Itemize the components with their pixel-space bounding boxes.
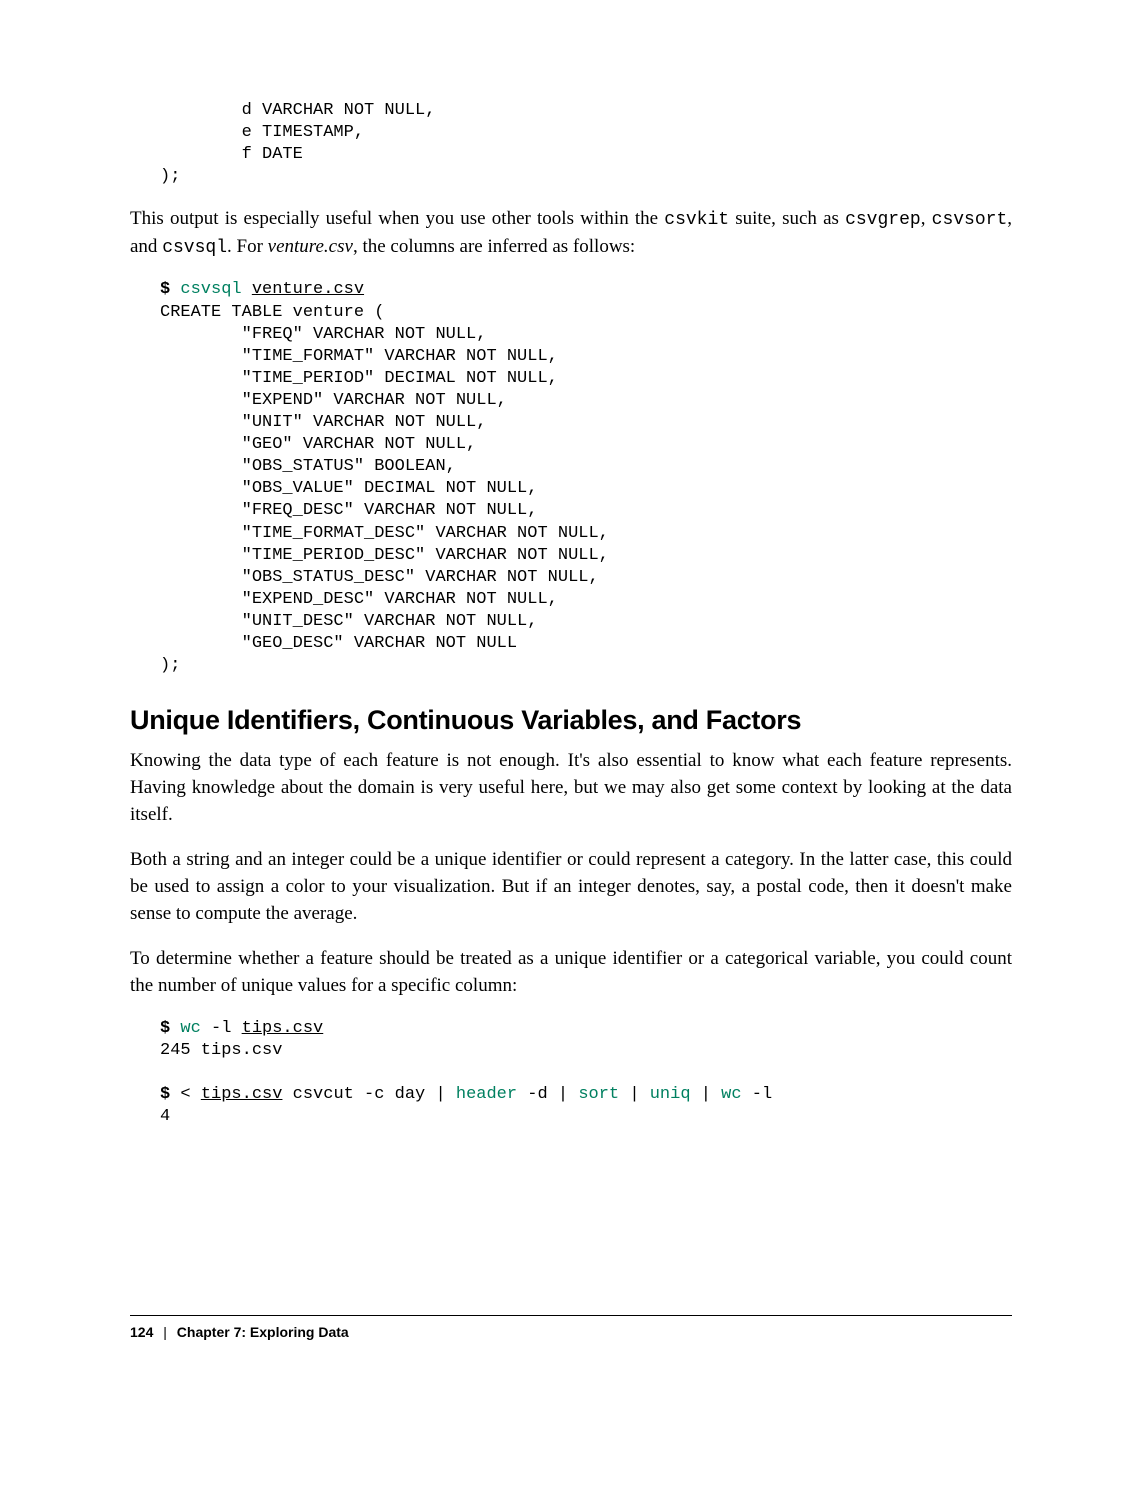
command-header: header: [456, 1085, 517, 1104]
flags: -l: [742, 1085, 773, 1104]
flags: -l: [201, 1019, 242, 1038]
output: 4: [160, 1107, 170, 1126]
arg-venture-csv: venture.csv: [252, 280, 364, 299]
command-wc: wc: [180, 1019, 200, 1038]
text: suite, such as: [729, 208, 845, 229]
inline-code-csvsql: csvsql: [162, 238, 227, 258]
code-block-2: $ csvsql venture.csv CREATE TABLE ventur…: [130, 279, 1012, 677]
pipe-seg: csvcut -c day |: [282, 1085, 455, 1104]
command-wc: wc: [721, 1085, 741, 1104]
page-container: d VARCHAR NOT NULL, e TIMESTAMP, f DATE …: [0, 0, 1142, 1400]
arg-tips-csv: tips.csv: [201, 1085, 283, 1104]
command-csvsql: csvsql: [180, 280, 241, 299]
pipe-seg: -d |: [517, 1085, 578, 1104]
page-footer: 124 | Chapter 7: Exploring Data: [130, 1315, 1012, 1340]
footer-separator: |: [163, 1324, 167, 1340]
text: , the columns are inferred as follows:: [353, 236, 635, 257]
filename-venture: venture.csv: [268, 236, 353, 257]
inline-code-csvkit: csvkit: [664, 210, 729, 230]
section-heading: Unique Identifiers, Continuous Variables…: [130, 705, 1012, 736]
paragraph-2: Knowing the data type of each feature is…: [130, 748, 1012, 829]
prompt: $: [160, 1085, 180, 1104]
code-block-1: d VARCHAR NOT NULL, e TIMESTAMP, f DATE …: [130, 100, 1012, 188]
inline-code-csvsort: csvsort: [932, 210, 1008, 230]
text: This output is especially useful when yo…: [130, 208, 664, 229]
page-number: 124: [130, 1324, 153, 1340]
command-sort: sort: [578, 1085, 619, 1104]
output: 245 tips.csv: [160, 1041, 282, 1060]
pipe-seg: |: [619, 1085, 650, 1104]
inline-code-csvgrep: csvgrep: [845, 210, 921, 230]
arg-tips-csv: tips.csv: [242, 1019, 324, 1038]
chapter-label: Chapter 7: Exploring Data: [177, 1324, 349, 1340]
output: CREATE TABLE venture ( "FREQ" VARCHAR NO…: [160, 303, 609, 676]
paragraph-1: This output is especially useful when yo…: [130, 206, 1012, 261]
space: [242, 280, 252, 299]
text: ,: [921, 208, 932, 229]
paragraph-4: To determine whether a feature should be…: [130, 946, 1012, 1000]
prompt: $: [160, 1019, 180, 1038]
prompt: $: [160, 280, 180, 299]
paragraph-3: Both a string and an integer could be a …: [130, 847, 1012, 928]
redirect: <: [180, 1085, 200, 1104]
pipe-seg: |: [691, 1085, 722, 1104]
command-uniq: uniq: [650, 1085, 691, 1104]
code-block-3: $ wc -l tips.csv 245 tips.csv $ < tips.c…: [130, 1018, 1012, 1128]
text: . For: [227, 236, 268, 257]
